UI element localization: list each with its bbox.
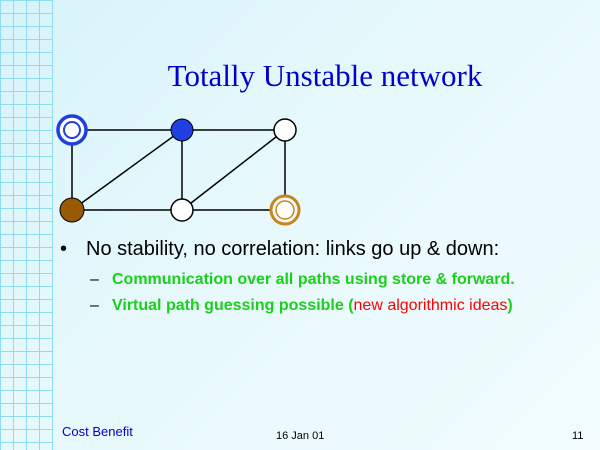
footer-page-number: 11 xyxy=(572,430,584,442)
edge-top-mid-bottom-left xyxy=(71,129,183,211)
graph-edges xyxy=(71,129,286,211)
edge-top-right-bottom-mid xyxy=(181,129,286,211)
sub-bullet-text: Communication over all paths using store… xyxy=(112,271,515,288)
sub-bullet-text-highlight: new algorithmic ideas xyxy=(353,297,508,314)
node-bottom-mid xyxy=(170,198,194,222)
network-graph xyxy=(56,114,301,226)
footer-date: 16 Jan 01 xyxy=(276,430,325,442)
sub-bullet-dash: – xyxy=(90,271,99,288)
node-top-left xyxy=(56,114,88,146)
bullet-text: No stability, no correlation: links go u… xyxy=(86,238,500,260)
sub-bullet-text-before: Virtual path guessing possible ( xyxy=(112,297,354,314)
node-top-right xyxy=(273,118,297,142)
node-bottom-left xyxy=(59,197,85,223)
bullet-marker: • xyxy=(60,238,68,260)
sub-bullet-text-after: ) xyxy=(507,297,513,314)
node-bottom-right xyxy=(269,194,301,226)
sub-bullet-list: – Communication over all paths using sto… xyxy=(60,269,550,317)
node-top-mid xyxy=(170,118,194,142)
sub-bullet-dash: – xyxy=(90,297,99,314)
bullet-list: • No stability, no correlation: links go… xyxy=(60,237,550,321)
bullet-item: • No stability, no correlation: links go… xyxy=(60,237,550,261)
sub-bullet-item: – Communication over all paths using sto… xyxy=(90,269,550,291)
footer-left-label: Cost Benefit xyxy=(62,424,133,439)
sub-bullet-text: Virtual path guessing possible (new algo… xyxy=(90,295,550,317)
sub-bullet-item: – Virtual path guessing possible (new al… xyxy=(90,295,550,317)
